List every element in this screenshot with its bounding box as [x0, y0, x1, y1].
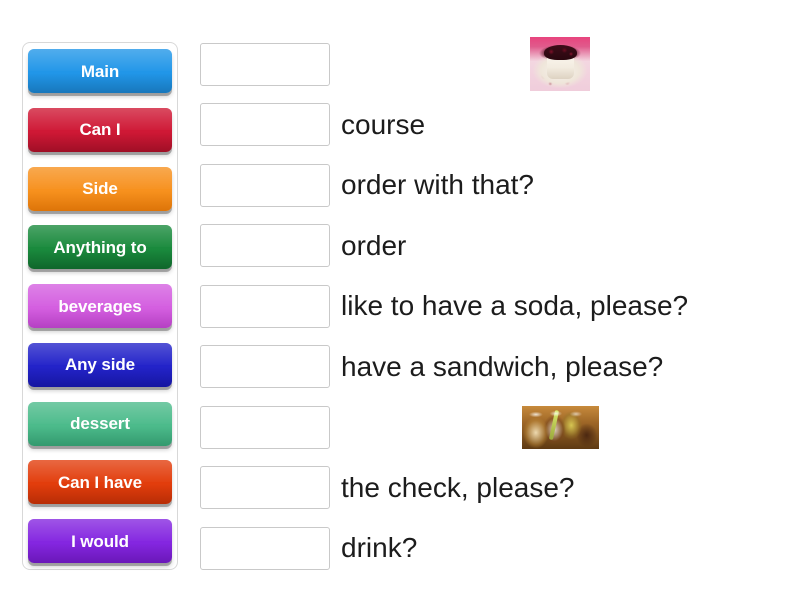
- draggable-tile[interactable]: Can I: [28, 107, 172, 152]
- draggable-tile-label: Can I: [79, 120, 121, 140]
- draggable-tile-label: Anything to: [53, 237, 147, 257]
- draggable-tile-label: I would: [71, 531, 129, 551]
- answer-row: like to have a soda, please?: [200, 284, 790, 328]
- draggable-tile-label: Any side: [64, 355, 136, 375]
- answer-image-cell: [330, 37, 790, 91]
- answer-text: like to have a soda, please?: [341, 290, 689, 321]
- drop-zone[interactable]: [200, 224, 330, 267]
- answer-row: course: [200, 103, 790, 147]
- answer-rows-list: course order with that? order like to have …: [200, 37, 790, 570]
- draggable-tile[interactable]: Any side: [28, 342, 172, 387]
- answer-row: order: [200, 224, 790, 268]
- answer-text: have a sandwich, please?: [341, 350, 664, 382]
- answer-text: the check, please?: [341, 471, 575, 503]
- draggable-tiles-panel: Main Can I Side Anything to beverages Any sid…: [22, 42, 178, 570]
- draggable-tile[interactable]: Side: [28, 166, 172, 211]
- drop-zone[interactable]: [200, 405, 330, 449]
- answer-image-cell: [330, 405, 790, 449]
- answer-text: drink?: [341, 532, 418, 563]
- answer-text: course: [341, 108, 426, 140]
- answer-row: order with that?: [200, 163, 790, 207]
- draggable-tile[interactable]: Can I have: [28, 460, 172, 505]
- drop-zone[interactable]: [200, 526, 330, 570]
- answer-text: order with that?: [341, 169, 534, 200]
- answer-row: have a sandwich, please?: [200, 345, 790, 389]
- answer-row: [200, 37, 790, 91]
- drop-zone[interactable]: [200, 466, 330, 509]
- draggable-tile[interactable]: dessert: [28, 401, 172, 446]
- draggable-tile-label: beverages: [58, 296, 142, 316]
- draggable-tile-label: Main: [80, 61, 120, 81]
- drinks-photo-icon: [521, 405, 599, 449]
- draggable-tile[interactable]: beverages: [28, 284, 172, 328]
- dessert-photo-icon: [530, 37, 590, 91]
- drop-zone[interactable]: [200, 163, 330, 207]
- draggable-tile-label: Side: [82, 179, 118, 198]
- draggable-tile[interactable]: Anything to: [28, 225, 172, 270]
- activity-stage: Main Can I Side Anything to beverages Any sid…: [0, 0, 800, 600]
- draggable-tile-label: dessert: [70, 414, 130, 433]
- answer-row: the check, please?: [200, 466, 790, 510]
- drop-zone[interactable]: [200, 345, 330, 388]
- drop-zone[interactable]: [200, 103, 330, 146]
- draggable-tile-label: Can I have: [57, 472, 143, 492]
- draggable-tile[interactable]: Main: [28, 49, 172, 93]
- answer-text: order: [341, 229, 407, 261]
- drop-zone[interactable]: [200, 42, 330, 86]
- answer-row: [200, 405, 790, 449]
- drop-zone[interactable]: [200, 284, 330, 328]
- answer-row: drink?: [200, 526, 790, 570]
- draggable-tile[interactable]: I would: [28, 519, 172, 563]
